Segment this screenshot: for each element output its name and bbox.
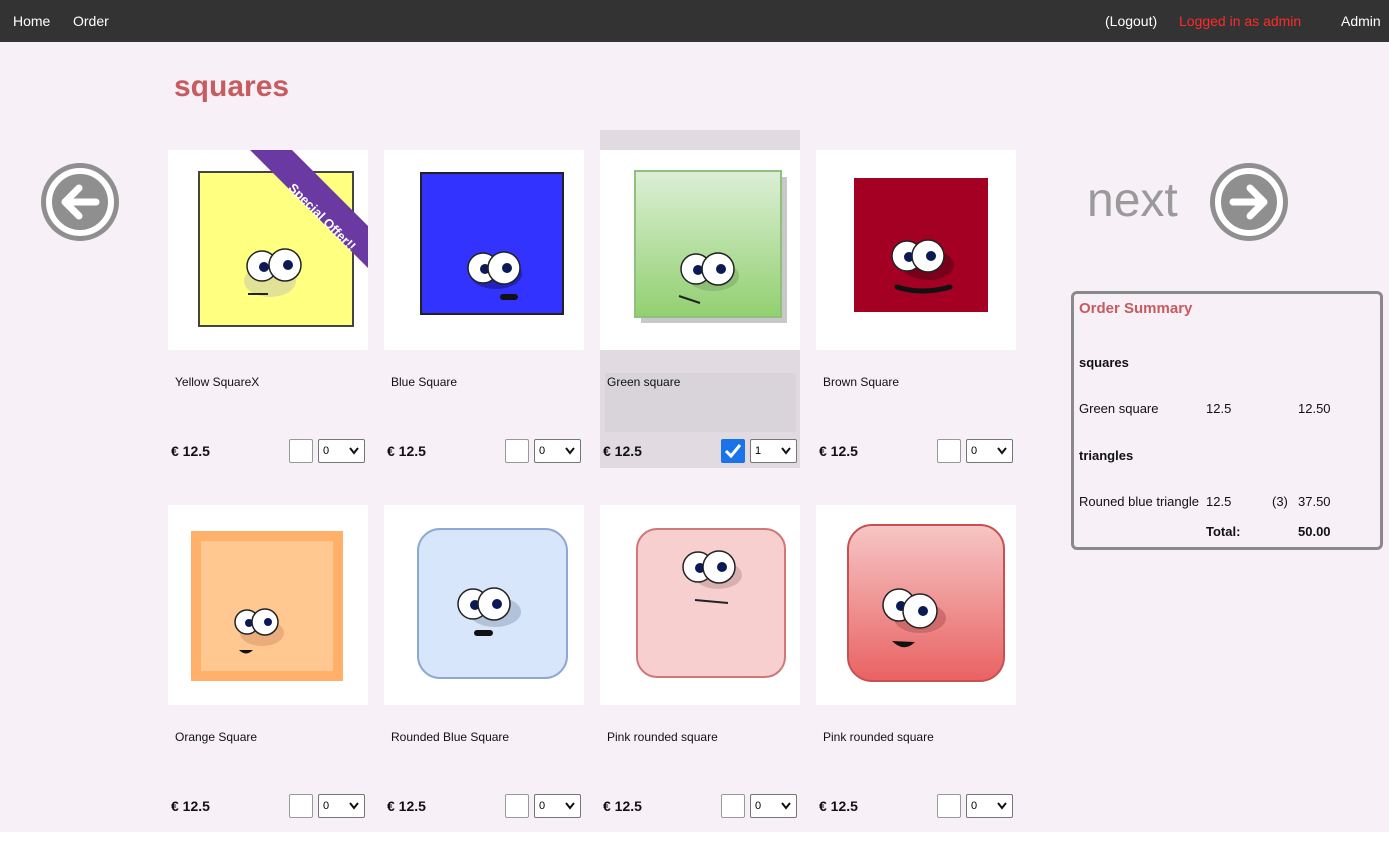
product-card: Blue Square € 12.5 0 <box>384 150 584 470</box>
product-image[interactable] <box>600 150 800 350</box>
next-page-label[interactable]: next <box>1087 173 1178 229</box>
chevron-down-icon <box>997 802 1007 810</box>
product-name: Pink rounded square <box>823 730 934 744</box>
nav-order-link[interactable]: Order <box>73 13 109 29</box>
next-page-button[interactable] <box>1210 163 1288 241</box>
quantity-value: 0 <box>971 445 978 457</box>
chevron-down-icon <box>565 447 575 455</box>
top-navbar: Home Order (Logout) Logged in as admin A… <box>0 0 1389 42</box>
select-checkbox[interactable] <box>937 439 961 463</box>
nav-home-link[interactable]: Home <box>13 13 50 29</box>
category-title: squares <box>174 70 290 103</box>
order-summary-title: Order Summary <box>1079 300 1193 317</box>
quantity-value: 0 <box>539 800 546 812</box>
summary-category: squares <box>1079 355 1129 370</box>
product-name: Orange Square <box>175 730 258 744</box>
quantity-select[interactable]: 0 <box>318 439 365 463</box>
quantity-value: 0 <box>755 800 762 812</box>
product-price: € 12.5 <box>819 443 858 459</box>
quantity-value: 0 <box>323 445 330 457</box>
chevron-down-icon <box>349 447 359 455</box>
select-checkbox[interactable] <box>289 794 313 818</box>
summary-item-total: 37.50 <box>1298 494 1331 509</box>
product-name: Rounded Blue Square <box>391 730 510 744</box>
chevron-down-icon <box>349 802 359 810</box>
quantity-value: 0 <box>323 800 330 812</box>
logout-link[interactable]: (Logout) <box>1105 13 1157 29</box>
product-image[interactable] <box>384 505 584 705</box>
quantity-value: 0 <box>539 445 546 457</box>
chevron-down-icon <box>781 447 791 455</box>
quantity-value: 0 <box>971 800 978 812</box>
product-name: Blue Square <box>391 375 458 389</box>
product-card: Orange Square € 12.5 0 <box>168 505 368 825</box>
arrow-left-icon <box>46 168 114 236</box>
summary-item-name: Rouned blue triangle <box>1079 494 1199 509</box>
product-image[interactable] <box>816 150 1016 350</box>
product-image[interactable] <box>600 505 800 705</box>
summary-item-count: (3) <box>1272 494 1288 509</box>
summary-item-unit-price: 12.5 <box>1206 494 1232 509</box>
product-name: Green square <box>607 375 681 389</box>
quantity-select[interactable]: 1 <box>750 439 797 463</box>
product-price: € 12.5 <box>819 798 858 814</box>
product-name: Brown Square <box>823 375 900 389</box>
select-checkbox[interactable] <box>505 439 529 463</box>
select-checkbox[interactable] <box>505 794 529 818</box>
chevron-down-icon <box>781 802 791 810</box>
logged-in-status: Logged in as admin <box>1179 13 1302 29</box>
select-checkbox[interactable] <box>289 439 313 463</box>
product-price: € 12.5 <box>603 798 642 814</box>
product-image[interactable] <box>168 505 368 705</box>
quantity-select[interactable]: 0 <box>534 439 581 463</box>
product-image[interactable] <box>384 150 584 350</box>
product-name: Pink rounded square <box>607 730 718 744</box>
select-checkbox[interactable] <box>721 794 745 818</box>
select-checkbox[interactable] <box>937 794 961 818</box>
quantity-select[interactable]: 0 <box>966 439 1013 463</box>
product-card: Brown Square € 12.5 0 <box>816 150 1016 470</box>
product-price: € 12.5 <box>171 798 210 814</box>
summary-total-value: 50.00 <box>1298 524 1331 539</box>
product-price: € 12.5 <box>603 443 642 459</box>
quantity-select[interactable]: 0 <box>750 794 797 818</box>
previous-page-button[interactable] <box>41 163 119 241</box>
chevron-down-icon <box>997 447 1007 455</box>
quantity-select[interactable]: 0 <box>534 794 581 818</box>
summary-item-unit-price: 12.5 <box>1206 401 1232 416</box>
summary-category: triangles <box>1079 448 1134 463</box>
product-card: Special Offer!! Yellow SquareX € 12.5 0 <box>168 150 368 470</box>
product-card-selected: Green square € 12.5 1 <box>600 130 800 468</box>
order-summary-panel: Order Summary squares Green square 12.5 … <box>1071 291 1383 550</box>
product-name: Yellow SquareX <box>175 375 260 389</box>
product-price: € 12.5 <box>387 443 426 459</box>
product-image[interactable]: Special Offer!! <box>168 150 368 350</box>
product-card: Rounded Blue Square € 12.5 0 <box>384 505 584 825</box>
product-price: € 12.5 <box>387 798 426 814</box>
quantity-select[interactable]: 0 <box>318 794 365 818</box>
product-card: Pink rounded square € 12.5 0 <box>816 505 1016 825</box>
chevron-down-icon <box>565 802 575 810</box>
product-card: Pink rounded square € 12.5 0 <box>600 505 800 825</box>
summary-item-total: 12.50 <box>1298 401 1331 416</box>
summary-item-name: Green square <box>1079 401 1159 416</box>
select-checkbox-checked[interactable] <box>721 439 745 463</box>
summary-total-label: Total: <box>1206 524 1241 539</box>
quantity-select[interactable]: 0 <box>966 794 1013 818</box>
checkmark-icon <box>724 444 742 459</box>
arrow-right-icon <box>1215 168 1283 236</box>
nav-admin-link[interactable]: Admin <box>1341 13 1381 29</box>
product-price: € 12.5 <box>171 443 210 459</box>
quantity-value: 1 <box>755 445 762 457</box>
product-image[interactable] <box>816 505 1016 705</box>
